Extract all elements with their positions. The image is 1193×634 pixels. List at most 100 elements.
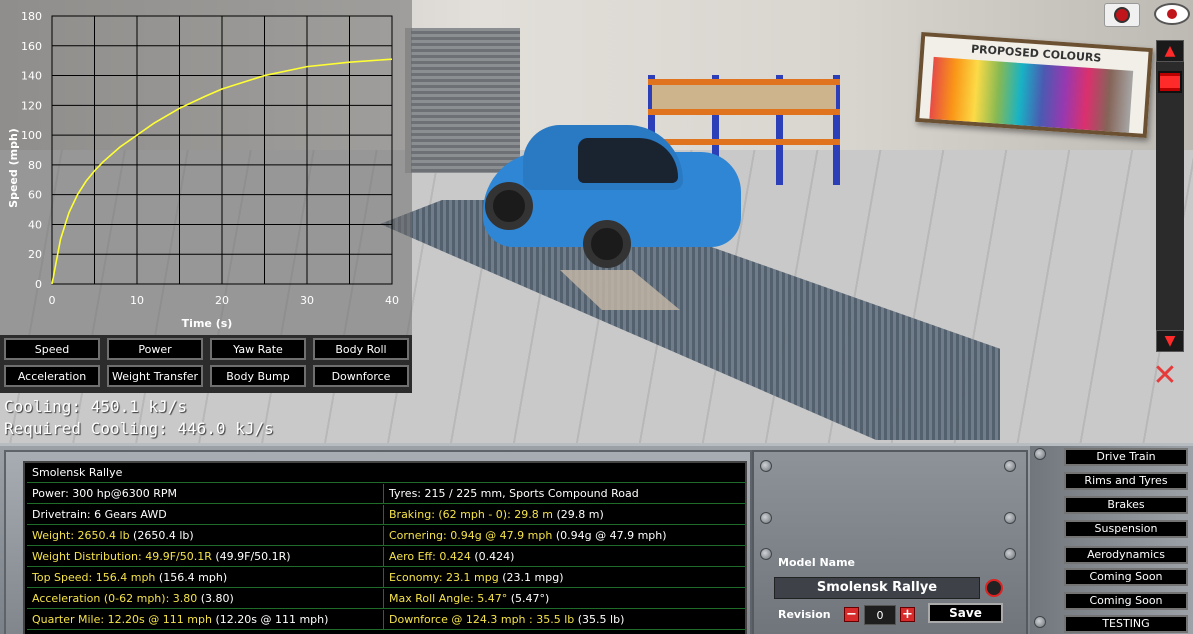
revision-minus-button[interactable]: − bbox=[844, 607, 859, 622]
scroll-up-button[interactable]: ▲ bbox=[1156, 40, 1184, 62]
stat-cell-left: Drivetrain: 6 Gears AWD bbox=[27, 505, 384, 525]
y-axis-label: Speed (mph) bbox=[7, 128, 20, 208]
rivet-icon bbox=[1004, 460, 1016, 472]
graph-speed-button[interactable]: Speed bbox=[4, 338, 100, 360]
tab-brakes[interactable]: Brakes bbox=[1064, 496, 1188, 514]
cooling-value: Cooling: 450.1 kJ/s bbox=[4, 397, 188, 416]
tab-rims-and-tyres[interactable]: Rims and Tyres bbox=[1064, 472, 1188, 490]
scroll-thumb[interactable] bbox=[1158, 70, 1182, 93]
revision-plus-button[interactable]: + bbox=[900, 607, 915, 622]
graph-weight-transfer-button[interactable]: Weight Transfer bbox=[107, 365, 203, 387]
graph-acceleration-button[interactable]: Acceleration bbox=[4, 365, 100, 387]
stat-cell-right: Aero Eff: 0.424 (0.424) bbox=[384, 547, 745, 567]
tab-coming-soon-2[interactable]: Coming Soon bbox=[1064, 592, 1188, 610]
revision-value: 0 bbox=[864, 605, 896, 625]
stat-cell-left: Weight: 2650.4 lb (2650.4 lb) bbox=[27, 526, 384, 546]
stat-value: Weight Distribution: 49.9F/50.1R bbox=[32, 550, 212, 563]
stat-reference-value: (2650.4 lb) bbox=[129, 529, 194, 542]
y-tick-label: 160 bbox=[21, 40, 42, 53]
stats-row: Drivetrain: 6 Gears AWD Braking: (62 mph … bbox=[27, 505, 745, 525]
stat-value: Weight: 2650.4 lb bbox=[32, 529, 130, 542]
stats-row: Weight Distribution: 49.9F/50.1R (49.9F/… bbox=[27, 547, 745, 567]
graph-selector: Speed Power Yaw Rate Body Roll Accelerat… bbox=[0, 335, 412, 393]
stat-cell-right: Max Roll Angle: 5.47° (5.47°) bbox=[384, 589, 745, 609]
stat-value: Max Roll Angle: 5.47° bbox=[389, 592, 508, 605]
rivet-icon bbox=[1004, 548, 1016, 560]
model-name-field[interactable]: Smolensk Rallye bbox=[774, 577, 980, 599]
stats-table: Smolensk Rallye Power: 300 hp@6300 RPM Ty… bbox=[23, 461, 747, 634]
x-axis-label: Time (s) bbox=[182, 317, 233, 330]
graph-downforce-button[interactable]: Downforce bbox=[313, 365, 409, 387]
stats-title-row: Smolensk Rallye bbox=[27, 463, 745, 483]
stat-reference-value: (35.5 lb) bbox=[574, 613, 625, 626]
stat-reference-value: (5.47°) bbox=[507, 592, 550, 605]
tab-coming-soon-1[interactable]: Coming Soon bbox=[1064, 568, 1188, 586]
save-button[interactable]: Save bbox=[928, 603, 1003, 623]
stat-reference-value: (3.80) bbox=[197, 592, 234, 605]
stat-reference-value: (29.8 m) bbox=[553, 508, 604, 521]
cooling-readout: Cooling: 450.1 kJ/s Required Cooling: 44… bbox=[4, 396, 274, 440]
y-tick-label: 60 bbox=[28, 189, 42, 202]
rivet-icon bbox=[760, 460, 772, 472]
rivet-icon bbox=[1034, 448, 1046, 460]
tab-testing[interactable]: TESTING bbox=[1064, 615, 1188, 633]
speed-chart: 0 10 20 30 40 0 20 40 60 80 100 120 140 160 180 Time (… bbox=[7, 10, 399, 330]
stat-value: Aero Eff: 0.424 bbox=[389, 550, 471, 563]
stat-reference-value: (0.424) bbox=[470, 550, 515, 563]
stats-row: Top Speed: 156.4 mph (156.4 mph) Economy:… bbox=[27, 568, 745, 588]
stat-cell-left: Quarter Mile: 12.20s @ 111 mph (12.20s @… bbox=[27, 610, 384, 630]
stat-cell-left: Weight Distribution: 49.9F/50.1R (49.9F/… bbox=[27, 547, 384, 567]
y-tick-label: 180 bbox=[21, 10, 42, 23]
stat-cell-right: Braking: (62 mph - 0): 29.8 m (29.8 m) bbox=[384, 505, 745, 525]
required-cooling-value: Required Cooling: 446.0 kJ/s bbox=[4, 419, 274, 438]
rivet-icon bbox=[1034, 616, 1046, 628]
y-tick-label: 100 bbox=[21, 129, 42, 142]
speed-chart-panel: 0 10 20 30 40 0 20 40 60 80 100 120 140 160 180 Time (… bbox=[0, 0, 412, 335]
stat-value: Quarter Mile: 12.20s @ 111 mph bbox=[32, 613, 212, 626]
bottom-panel: Smolensk Rallye Power: 300 hp@6300 RPM Ty… bbox=[0, 443, 1193, 634]
graph-yaw-rate-button[interactable]: Yaw Rate bbox=[210, 338, 306, 360]
model-refresh-icon[interactable] bbox=[985, 579, 1003, 597]
car-model[interactable] bbox=[483, 120, 743, 270]
stat-cell-right: Economy: 23.1 mpg (23.1 mpg) bbox=[384, 568, 745, 588]
view-scrollbar[interactable]: ▲ ▼ bbox=[1156, 40, 1184, 352]
y-tick-label: 120 bbox=[21, 99, 42, 112]
stats-row: Weight: 2650.4 lb (2650.4 lb) Cornering: … bbox=[27, 526, 745, 546]
model-panel: Model Name Smolensk Rallye Revision − 0 … bbox=[752, 450, 1028, 634]
y-tick-label: 80 bbox=[28, 159, 42, 172]
graph-body-roll-button[interactable]: Body Roll bbox=[313, 338, 409, 360]
y-tick-label: 40 bbox=[28, 218, 42, 231]
x-tick-label: 30 bbox=[300, 294, 314, 307]
rivet-icon bbox=[1004, 512, 1016, 524]
scroll-down-button[interactable]: ▼ bbox=[1156, 330, 1184, 352]
stat-reference-value: (23.1 mpg) bbox=[498, 571, 564, 584]
stat-value: Economy: 23.1 mpg bbox=[389, 571, 499, 584]
stats-row: Acceleration (0-62 mph): 3.80 (3.80) Max … bbox=[27, 589, 745, 609]
stat-cell-right: Tyres: 215 / 225 mm, Sports Compound Roa… bbox=[384, 484, 745, 504]
revision-label: Revision bbox=[778, 608, 831, 621]
stats-title: Smolensk Rallye bbox=[32, 466, 123, 479]
stat-value: Cornering: 0.94g @ 47.9 mph bbox=[389, 529, 553, 542]
stat-reference-value: (0.94g @ 47.9 mph) bbox=[552, 529, 667, 542]
stats-row: Quarter Mile: 12.20s @ 111 mph (12.20s @… bbox=[27, 610, 745, 630]
stat-value: Braking: (62 mph - 0): 29.8 m bbox=[389, 508, 554, 521]
camera-icon[interactable] bbox=[1104, 3, 1140, 27]
scroll-track[interactable] bbox=[1156, 62, 1184, 330]
tab-suspension[interactable]: Suspension bbox=[1064, 520, 1188, 538]
y-tick-label: 140 bbox=[21, 70, 42, 83]
model-name-label: Model Name bbox=[778, 556, 855, 569]
rivet-icon bbox=[760, 512, 772, 524]
stat-cell-left: Top Speed: 156.4 mph (156.4 mph) bbox=[27, 568, 384, 588]
stat-cell-left: Power: 300 hp@6300 RPM bbox=[27, 484, 384, 504]
x-tick-label: 0 bbox=[49, 294, 56, 307]
tab-aerodynamics[interactable]: Aerodynamics bbox=[1064, 546, 1188, 564]
stat-value: Drivetrain: 6 Gears AWD bbox=[32, 508, 167, 521]
tab-drive-train[interactable]: Drive Train bbox=[1064, 448, 1188, 466]
graph-body-bump-button[interactable]: Body Bump bbox=[210, 365, 306, 387]
close-icon[interactable]: ✕ bbox=[1145, 358, 1185, 393]
stat-value: Downforce @ 124.3 mph : 35.5 lb bbox=[389, 613, 575, 626]
stat-reference-value: (49.9F/50.1R) bbox=[211, 550, 291, 563]
stat-value: Tyres: 215 / 225 mm, Sports Compound Roa… bbox=[389, 487, 639, 500]
graph-power-button[interactable]: Power bbox=[107, 338, 203, 360]
eye-icon[interactable] bbox=[1152, 2, 1192, 26]
